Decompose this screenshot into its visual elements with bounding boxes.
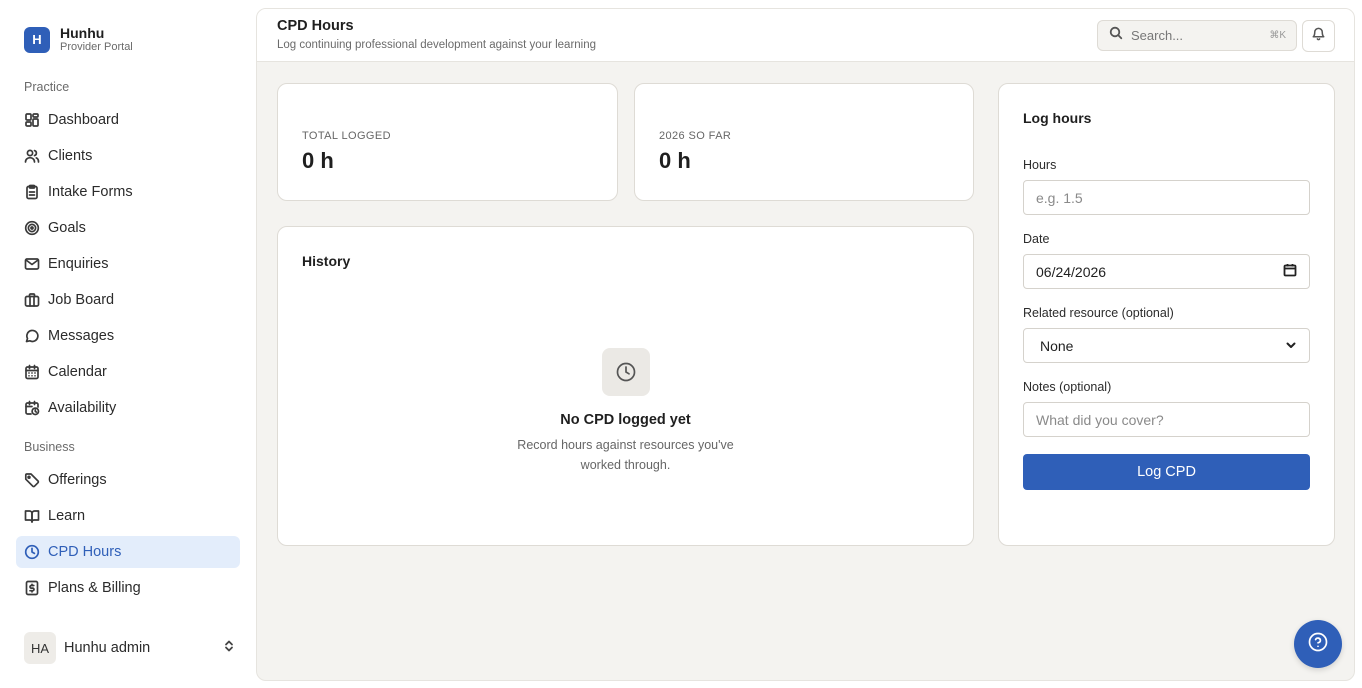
user-menu[interactable]: HA Hunhu admin: [24, 632, 236, 664]
sidebar-item-learn[interactable]: Learn: [16, 500, 240, 532]
search-input[interactable]: Search... ⌘K: [1097, 20, 1297, 51]
chevron-down-icon: [1285, 338, 1297, 354]
date-value: 06/24/2026: [1036, 263, 1107, 280]
sidebar-item-label: Enquiries: [48, 256, 109, 272]
log-cpd-button[interactable]: Log CPD: [1023, 454, 1310, 490]
sidebar-item-cpd-hours[interactable]: CPD Hours: [16, 536, 240, 568]
stat-label: 2026 SO FAR: [659, 130, 732, 142]
notes-label: Notes (optional): [1023, 380, 1112, 394]
hours-label: Hours: [1023, 158, 1057, 172]
clipboard-icon: [24, 184, 40, 200]
sidebar: H Hunhu Provider Portal Practice Dashboa…: [0, 0, 256, 688]
sidebar-item-enquiries[interactable]: Enquiries: [16, 248, 240, 280]
section-label-practice: Practice: [24, 80, 70, 94]
user-name: Hunhu admin: [64, 640, 151, 656]
log-hours-card: Log hours Hours Date 06/24/2026 Related …: [998, 83, 1335, 546]
date-label: Date: [1023, 232, 1050, 246]
brand-logo: H: [24, 26, 50, 53]
sidebar-item-label: Availability: [48, 400, 117, 416]
resource-select[interactable]: None: [1023, 328, 1310, 363]
bell-icon: [1311, 26, 1326, 46]
sidebar-item-label: Dashboard: [48, 112, 119, 128]
brand-subtitle: Provider Portal: [60, 41, 133, 53]
stat-value: 0 h: [659, 148, 691, 173]
clock-icon: [24, 544, 40, 560]
sidebar-item-label: CPD Hours: [48, 544, 122, 560]
users-icon: [24, 148, 40, 164]
resource-value: None: [1040, 337, 1074, 354]
notes-input[interactable]: [1023, 402, 1310, 437]
sidebar-item-intake-forms[interactable]: Intake Forms: [16, 176, 240, 208]
sidebar-item-offerings[interactable]: Offerings: [16, 464, 240, 496]
history-card: History No CPD logged yet Record hours a…: [277, 226, 974, 546]
receipt-icon: [24, 580, 40, 596]
sidebar-item-messages[interactable]: Messages: [16, 320, 240, 352]
book-icon: [24, 508, 40, 524]
sidebar-item-label: Goals: [48, 220, 86, 236]
sidebar-item-calendar[interactable]: Calendar: [16, 356, 240, 388]
log-hours-title: Log hours: [1023, 110, 1092, 126]
date-input[interactable]: 06/24/2026: [1023, 254, 1310, 289]
sidebar-item-label: Intake Forms: [48, 184, 133, 200]
history-title: History: [302, 253, 351, 269]
notifications-button[interactable]: [1302, 20, 1335, 52]
page-subtitle: Log continuing professional development …: [277, 39, 597, 51]
sidebar-item-goals[interactable]: Goals: [16, 212, 240, 244]
sidebar-item-label: Learn: [48, 508, 86, 524]
topbar: CPD Hours Log continuing professional de…: [257, 9, 1354, 62]
resource-label: Related resource (optional): [1023, 306, 1174, 320]
hours-input[interactable]: [1023, 180, 1310, 215]
empty-state-title: No CPD logged yet: [560, 412, 691, 428]
dashboard-icon: [24, 112, 40, 128]
sidebar-item-label: Clients: [48, 148, 93, 164]
search-icon: [1109, 26, 1123, 45]
brand-name: Hunhu: [60, 25, 105, 41]
sidebar-item-label: Offerings: [48, 472, 107, 488]
message-icon: [24, 328, 40, 344]
sidebar-item-clients[interactable]: Clients: [16, 140, 240, 172]
avatar: HA: [24, 632, 56, 664]
calendar-icon: [1283, 263, 1297, 280]
briefcase-icon: [24, 292, 40, 308]
main-panel: CPD Hours Log continuing professional de…: [256, 8, 1355, 681]
stat-value: 0 h: [302, 148, 334, 173]
stat-card-year: 2026 SO FAR 0 h: [634, 83, 974, 201]
sidebar-item-dashboard[interactable]: Dashboard: [16, 104, 240, 136]
search-shortcut: ⌘K: [1269, 30, 1286, 41]
sidebar-item-label: Messages: [48, 328, 115, 344]
search-placeholder: Search...: [1131, 28, 1184, 43]
empty-state-description: Record hours against resources you've wo…: [517, 438, 734, 472]
stat-card-total: TOTAL LOGGED 0 h: [277, 83, 618, 201]
help-icon: [1307, 631, 1329, 658]
brand[interactable]: H Hunhu Provider Portal: [24, 26, 133, 53]
section-label-business: Business: [24, 440, 75, 454]
mail-icon: [24, 256, 40, 272]
sidebar-item-label: Job Board: [48, 292, 115, 308]
sidebar-item-plans-billing[interactable]: Plans & Billing: [16, 572, 240, 604]
help-button[interactable]: [1294, 620, 1342, 668]
page-title: CPD Hours: [277, 18, 354, 34]
sidebar-item-label: Calendar: [48, 364, 107, 380]
sidebar-item-job-board[interactable]: Job Board: [16, 284, 240, 316]
calendar-icon: [24, 364, 40, 380]
stat-label: TOTAL LOGGED: [302, 130, 391, 142]
tag-icon: [24, 472, 40, 488]
chevron-up-down-icon: [222, 639, 236, 658]
clock-icon: [602, 348, 650, 396]
target-icon: [24, 220, 40, 236]
sidebar-item-availability[interactable]: Availability: [16, 392, 240, 424]
sidebar-item-label: Plans & Billing: [48, 580, 141, 596]
calendar-clock-icon: [24, 400, 40, 416]
